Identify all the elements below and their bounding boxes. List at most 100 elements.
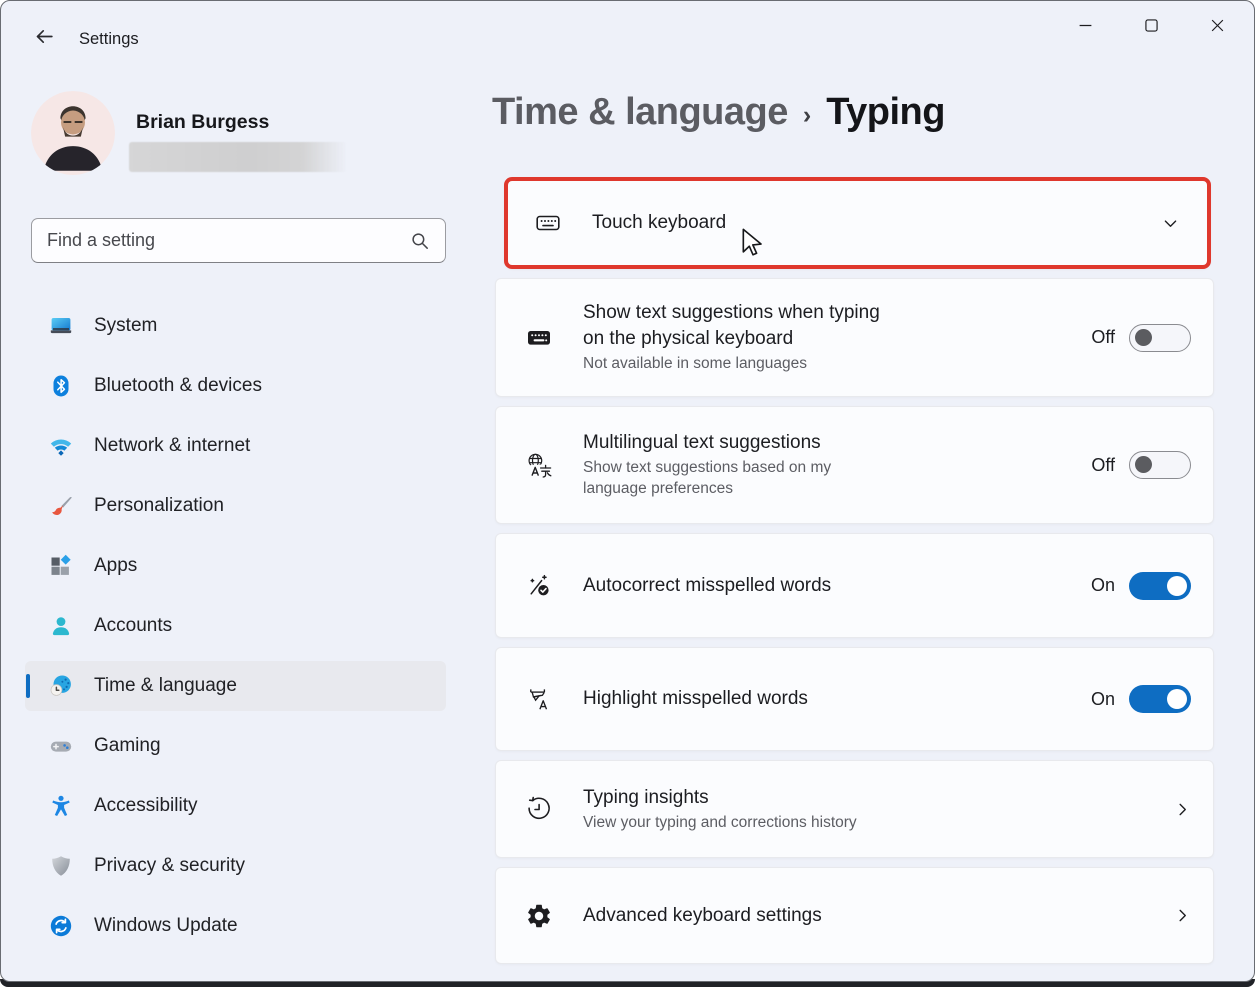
toggle-switch[interactable]: [1129, 685, 1191, 713]
close-icon: [1210, 18, 1225, 36]
setting-row-highlight-misspelled-words[interactable]: Highlight misspelled words On: [495, 647, 1214, 751]
sidebar-item-windows-update[interactable]: Windows Update: [25, 901, 446, 951]
setting-title: Typing insights: [583, 785, 857, 810]
setting-subtitle: Show text suggestions based on my langua…: [583, 458, 831, 500]
sidebar-item-system[interactable]: System: [25, 301, 446, 351]
sidebar-item-network-internet[interactable]: Network & internet: [25, 421, 446, 471]
setting-control: [1174, 907, 1191, 924]
history-icon: [525, 795, 553, 823]
sidebar-item-label: Accessibility: [94, 795, 197, 817]
windows-update-icon: [49, 914, 73, 938]
minimize-button[interactable]: [1052, 7, 1118, 47]
setting-subtitle: View your typing and corrections history: [583, 813, 857, 834]
close-button[interactable]: [1184, 7, 1250, 47]
profile-email-redacted: [129, 142, 347, 172]
sidebar-item-time-language[interactable]: Time & language: [25, 661, 446, 711]
minimize-icon: [1078, 18, 1093, 36]
toggle-state-label: Off: [1091, 327, 1115, 348]
setting-row-advanced-keyboard-settings[interactable]: Advanced keyboard settings: [495, 867, 1214, 964]
sidebar-item-label: Accounts: [94, 615, 172, 637]
search-icon: [410, 231, 430, 251]
avatar: [31, 91, 115, 175]
chevron-right-icon: [1174, 801, 1191, 818]
sidebar-item-label: System: [94, 315, 157, 337]
sidebar-item-apps[interactable]: Apps: [25, 541, 446, 591]
setting-control: [1174, 801, 1191, 818]
accessibility-icon: [49, 794, 73, 818]
setting-control: On: [1091, 685, 1191, 713]
gaming-icon: [49, 734, 73, 758]
sidebar-item-label: Time & language: [94, 675, 237, 697]
toggle-switch[interactable]: [1129, 572, 1191, 600]
toggle-state-label: On: [1091, 575, 1115, 596]
accounts-icon: [49, 614, 73, 638]
sidebar-item-label: Personalization: [94, 495, 224, 517]
search-box: [31, 218, 446, 263]
touch-keyboard-icon: [534, 209, 562, 237]
sidebar-item-gaming[interactable]: Gaming: [25, 721, 446, 771]
back-button[interactable]: [23, 21, 65, 57]
toggle-state-label: Off: [1091, 455, 1115, 476]
multilingual-icon: [525, 451, 553, 479]
toggle-knob: [1135, 329, 1152, 346]
page-title: Typing: [826, 91, 945, 134]
sidebar-item-accounts[interactable]: Accounts: [25, 601, 446, 651]
privacy-icon: [49, 854, 73, 878]
maximize-icon: [1144, 18, 1159, 36]
setting-row-multilingual-text-suggestions[interactable]: Multilingual text suggestions Show text s…: [495, 406, 1214, 524]
sidebar-item-accessibility[interactable]: Accessibility: [25, 781, 446, 831]
setting-subtitle: Not available in some languages: [583, 354, 880, 375]
setting-text: Typing insights View your typing and corr…: [583, 785, 857, 834]
sidebar-item-personalization[interactable]: Personalization: [25, 481, 446, 531]
setting-title: Touch keyboard: [592, 210, 726, 235]
setting-title: Highlight misspelled words: [583, 686, 808, 711]
setting-title: Advanced keyboard settings: [583, 903, 822, 928]
toggle-switch[interactable]: [1129, 451, 1191, 479]
maximize-button[interactable]: [1118, 7, 1184, 47]
search-input[interactable]: [32, 230, 410, 251]
back-arrow-icon: [34, 26, 55, 52]
setting-title: Show text suggestions when typing on the…: [583, 300, 880, 350]
setting-row-typing-insights[interactable]: Typing insights View your typing and corr…: [495, 760, 1214, 858]
setting-text: Highlight misspelled words: [583, 686, 808, 711]
time-language-icon: [49, 674, 73, 698]
sidebar-item-label: Apps: [94, 555, 137, 577]
bluetooth-icon: [49, 374, 73, 398]
apps-icon: [49, 554, 73, 578]
setting-text: Show text suggestions when typing on the…: [583, 300, 880, 374]
sidebar-item-bluetooth-devices[interactable]: Bluetooth & devices: [25, 361, 446, 411]
toggle-switch[interactable]: [1129, 324, 1191, 352]
window-controls: [1052, 7, 1250, 47]
toggle-state-label: On: [1091, 689, 1115, 710]
sidebar-nav: System Bluetooth & devices Network & inter…: [1, 301, 471, 961]
breadcrumb-parent[interactable]: Time & language: [492, 91, 788, 134]
setting-row-autocorrect-misspelled-words[interactable]: Autocorrect misspelled words On: [495, 533, 1214, 638]
setting-control: Off: [1091, 324, 1191, 352]
toggle-knob: [1167, 576, 1187, 596]
setting-text: Autocorrect misspelled words: [583, 573, 831, 598]
sidebar-item-label: Windows Update: [94, 915, 238, 937]
physical-keyboard-icon: [525, 324, 553, 352]
setting-row-show-text-suggestions-when-typing[interactable]: Show text suggestions when typing on the…: [495, 278, 1214, 397]
setting-control: On: [1091, 572, 1191, 600]
setting-text: Advanced keyboard settings: [583, 903, 822, 928]
setting-text: Touch keyboard: [592, 210, 726, 235]
chevron-right-icon: [1174, 907, 1191, 924]
toggle-knob: [1135, 456, 1152, 473]
breadcrumb-chevron-icon: ›: [803, 96, 811, 130]
screenshot-stage: Settings Brian Burgess: [0, 0, 1255, 987]
setting-title: Autocorrect misspelled words: [583, 573, 831, 598]
network-icon: [49, 434, 73, 458]
sidebar-item-label: Network & internet: [94, 435, 250, 457]
setting-control: Off: [1091, 451, 1191, 479]
profile-name: Brian Burgess: [136, 111, 269, 134]
settings-window: Settings Brian Burgess: [0, 0, 1255, 982]
personalization-icon: [49, 494, 73, 518]
sidebar-item-label: Privacy & security: [94, 855, 245, 877]
settings-list: Touch keyboard Show text suggestions when…: [495, 177, 1214, 964]
chevron-down-icon[interactable]: [1162, 215, 1179, 232]
sidebar-item-privacy-security[interactable]: Privacy & security: [25, 841, 446, 891]
breadcrumb: Time & language › Typing: [492, 91, 945, 134]
setting-row-touch-keyboard[interactable]: Touch keyboard: [504, 177, 1211, 269]
setting-title: Multilingual text suggestions: [583, 430, 831, 455]
